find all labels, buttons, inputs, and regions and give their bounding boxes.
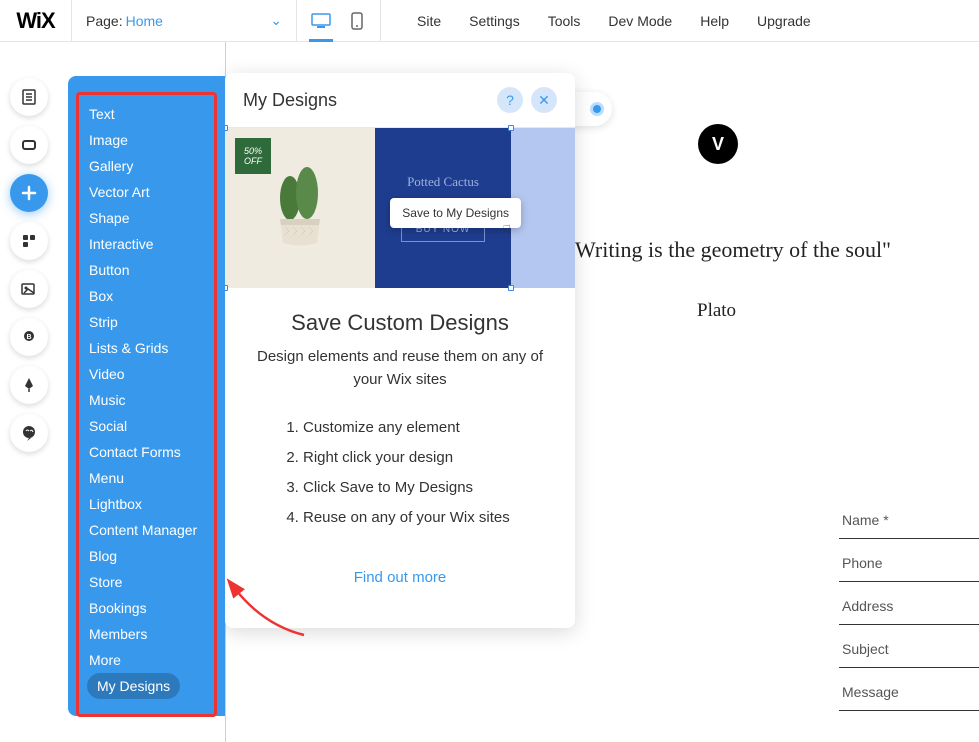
panel-steps: Customize any element Right click your d…: [253, 413, 547, 533]
step-3: Click Save to My Designs: [303, 473, 547, 503]
device-switcher: [297, 0, 381, 41]
preview-product-image: 50% OFF: [225, 128, 375, 288]
help-icon[interactable]: ?: [497, 87, 523, 113]
add-item-strip[interactable]: Strip: [79, 309, 214, 335]
preview-product-card: Potted Cactus 12.99$ BUY NOW Save to My …: [375, 128, 511, 288]
add-menu-highlight: Text Image Gallery Vector Art Shape Inte…: [76, 92, 217, 717]
selection-handle[interactable]: [508, 285, 514, 291]
add-item-contactforms[interactable]: Contact Forms: [79, 439, 214, 465]
menu-upgrade[interactable]: Upgrade: [757, 13, 811, 29]
add-item-video[interactable]: Video: [79, 361, 214, 387]
field-subject[interactable]: Subject: [839, 631, 979, 668]
step-1: Customize any element: [303, 413, 547, 443]
add-item-bookings[interactable]: Bookings: [79, 595, 214, 621]
preview-area: 50% OFF Potted Cactus 12.99$ BUY: [225, 128, 575, 288]
close-icon[interactable]: ✕: [531, 87, 557, 113]
quote-text: Writing is the geometry of the soul": [575, 237, 891, 263]
chat-icon[interactable]: [10, 414, 48, 452]
add-item-gallery[interactable]: Gallery: [79, 153, 214, 179]
sale-percent: 50%: [244, 146, 262, 156]
add-item-social[interactable]: Social: [79, 413, 214, 439]
panel-title: My Designs: [243, 90, 489, 111]
desktop-icon[interactable]: [311, 13, 331, 29]
menu-help[interactable]: Help: [700, 13, 729, 29]
toggle-indicator: [590, 102, 604, 116]
chevron-down-icon: ⌄: [270, 12, 282, 29]
svg-text:+: +: [30, 234, 34, 241]
apps-icon[interactable]: +: [10, 222, 48, 260]
save-tooltip[interactable]: Save to My Designs: [390, 198, 521, 228]
add-item-lightbox[interactable]: Lightbox: [79, 491, 214, 517]
add-item-box[interactable]: Box: [79, 283, 214, 309]
menu-settings[interactable]: Settings: [469, 13, 520, 29]
menu-devmode[interactable]: Dev Mode: [608, 13, 672, 29]
cursor-icon: ☟: [502, 222, 511, 239]
field-name[interactable]: Name *: [839, 502, 979, 539]
svg-text:B: B: [26, 334, 31, 341]
add-item-text[interactable]: Text: [79, 101, 214, 127]
contact-form: Name * Phone Address Subject Message: [839, 502, 979, 717]
add-item-shape[interactable]: Shape: [79, 205, 214, 231]
add-item-menu[interactable]: Menu: [79, 465, 214, 491]
add-item-image[interactable]: Image: [79, 127, 214, 153]
page-label: Page:: [86, 13, 123, 29]
wix-logo[interactable]: WiX: [0, 0, 72, 41]
quote-author: Plato: [697, 300, 736, 322]
add-item-lists[interactable]: Lists & Grids: [79, 335, 214, 361]
add-item-blog[interactable]: Blog: [79, 543, 214, 569]
add-item-mydesigns[interactable]: My Designs: [87, 673, 180, 699]
annotation-arrow-icon: [224, 575, 314, 645]
selection-handle[interactable]: [225, 285, 228, 291]
section-icon[interactable]: [10, 126, 48, 164]
top-menu: Site Settings Tools Dev Mode Help Upgrad…: [381, 13, 847, 29]
add-item-music[interactable]: Music: [79, 387, 214, 413]
page-name: Home: [126, 13, 163, 29]
product-name: Potted Cactus: [407, 174, 479, 190]
add-item-more[interactable]: More: [79, 647, 214, 673]
my-designs-panel: My Designs ? ✕ 50% OFF: [225, 73, 575, 628]
menu-site[interactable]: Site: [417, 13, 441, 29]
step-2: Right click your design: [303, 443, 547, 473]
step-4: Reuse on any of your Wix sites: [303, 503, 547, 533]
add-icon[interactable]: [10, 174, 48, 212]
add-item-interactive[interactable]: Interactive: [79, 231, 214, 257]
add-item-button[interactable]: Button: [79, 257, 214, 283]
field-message[interactable]: Message: [839, 674, 979, 711]
menu-tools[interactable]: Tools: [548, 13, 581, 29]
left-toolbar: + B: [10, 78, 48, 452]
add-item-store[interactable]: Store: [79, 569, 214, 595]
top-bar: WiX Page: Home ⌄ Site Settings Tools Dev…: [0, 0, 979, 42]
field-phone[interactable]: Phone: [839, 545, 979, 582]
panel-header: My Designs ? ✕: [225, 73, 575, 128]
cactus-icon: [265, 163, 335, 258]
panel-description: Design elements and reuse them on any of…: [253, 346, 547, 391]
panel-heading: Save Custom Designs: [253, 310, 547, 336]
blog-icon[interactable]: B: [10, 318, 48, 356]
add-elements-menu: Text Image Gallery Vector Art Shape Inte…: [68, 76, 225, 716]
page-selector[interactable]: Page: Home ⌄: [72, 0, 297, 41]
selection-handle[interactable]: [225, 125, 228, 131]
mobile-icon[interactable]: [347, 13, 367, 29]
field-address[interactable]: Address: [839, 588, 979, 625]
site-logo[interactable]: V: [698, 124, 738, 164]
sale-off: OFF: [244, 156, 262, 166]
selection-handle[interactable]: [508, 125, 514, 131]
media-icon[interactable]: [10, 270, 48, 308]
add-item-vectorart[interactable]: Vector Art: [79, 179, 214, 205]
add-item-members[interactable]: Members: [79, 621, 214, 647]
add-item-contentmanager[interactable]: Content Manager: [79, 517, 214, 543]
pen-icon[interactable]: [10, 366, 48, 404]
pages-icon[interactable]: [10, 78, 48, 116]
